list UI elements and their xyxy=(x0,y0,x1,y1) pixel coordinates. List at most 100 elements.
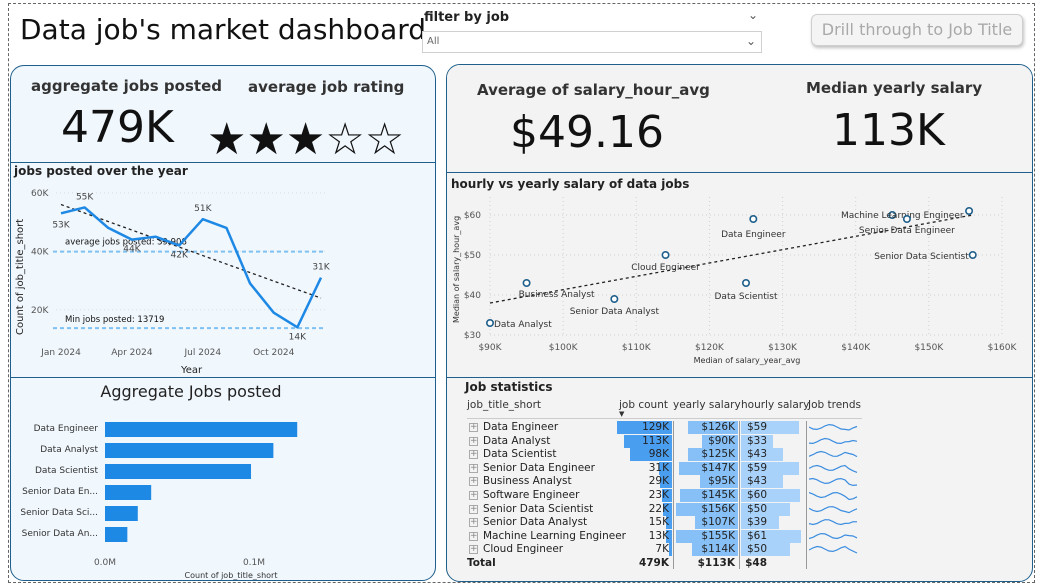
bar xyxy=(105,527,128,542)
scatter-point xyxy=(485,319,494,328)
left-panel: aggregate jobs posted 479K average job r… xyxy=(10,65,436,581)
line-chart-x-axis-label: Year xyxy=(180,365,203,376)
col-header-trends[interactable]: Job trends xyxy=(808,399,861,411)
scatter-point-label: Data Engineer xyxy=(721,230,786,240)
table-row[interactable]: + Business Analyst 29K $95K $43 xyxy=(467,475,867,489)
table-row[interactable]: + Data Analyst 113K $90K $33 xyxy=(467,434,867,448)
line-chart: jobs posted over the year Count of job_ti… xyxy=(13,164,331,376)
expand-row-icon[interactable]: + xyxy=(469,545,478,555)
star-filled-icon: ★ xyxy=(246,114,286,165)
expand-row-icon[interactable]: + xyxy=(469,477,478,487)
point-data-label: 55K xyxy=(76,192,94,202)
trend-sparkline xyxy=(809,491,858,501)
scatter-point xyxy=(902,214,911,223)
total-hourly: $48 xyxy=(745,557,767,569)
median-year-value: 113K xyxy=(832,105,945,156)
expand-row-icon[interactable]: + xyxy=(469,436,478,446)
x-tick-label: 0.1M xyxy=(243,558,265,568)
bar xyxy=(105,506,138,521)
y-tick-label: $50 xyxy=(464,251,481,261)
line-chart-title: jobs posted over the year xyxy=(13,164,188,178)
median-year-title: Median yearly salary xyxy=(806,79,983,97)
bar-x-axis-label: Count of job_title_short xyxy=(185,571,278,580)
count-bar xyxy=(669,543,672,557)
sort-descending-icon[interactable]: ▼ xyxy=(619,410,624,418)
x-tick-label: Jan 2024 xyxy=(40,348,81,358)
table-row[interactable]: + Software Engineer 23K $145K $60 xyxy=(467,489,867,502)
bar-category-label: Senior Data An... xyxy=(22,529,98,539)
expand-row-icon[interactable]: + xyxy=(469,463,478,473)
col-header-title[interactable]: job_title_short xyxy=(467,399,541,411)
sparkline-path xyxy=(809,478,858,487)
hourly-cell: $43 xyxy=(746,448,767,461)
count-cell: 15K xyxy=(648,516,669,529)
sparkline-path xyxy=(809,546,858,554)
table-row[interactable]: + Data Scientist 98K $125K $43 xyxy=(467,448,867,462)
agg-jobs-title: aggregate jobs posted xyxy=(31,77,222,95)
rating-stars: ★★★☆☆ xyxy=(207,118,404,162)
table-row[interactable]: + Senior Data Engineer 31K $147K $59 xyxy=(467,461,867,475)
star-empty-icon: ☆ xyxy=(364,114,405,165)
table-row[interactable]: + Cloud Engineer 7K $114K $50 xyxy=(467,543,867,557)
star-filled-icon: ★ xyxy=(285,114,326,165)
scatter-y-axis-label: Median of salary_hour_avg xyxy=(452,216,461,323)
scatter-title: hourly vs yearly salary of data jobs xyxy=(451,177,689,191)
count-cell: 29K xyxy=(648,475,669,488)
x-tick-label: Apr 2024 xyxy=(111,348,153,358)
scatter-point-label: Senior Data Scientist xyxy=(874,252,969,262)
scatter-x-axis-label: Median of salary_year_avg xyxy=(694,356,801,365)
expand-row-icon[interactable]: + xyxy=(469,450,478,460)
expand-row-icon[interactable]: + xyxy=(469,504,478,514)
point-data-label: 42K xyxy=(171,250,189,260)
filter-collapse-chevron-icon[interactable]: ⌄ xyxy=(748,8,758,22)
job-title-cell: Cloud Engineer xyxy=(483,543,564,556)
drill-through-button[interactable]: Drill through to Job Title xyxy=(811,14,1023,46)
dashboard-page: Data job's market dashboard filter by jo… xyxy=(0,0,1045,588)
sparkline-path xyxy=(809,464,858,473)
chevron-down-icon[interactable]: ⌄ xyxy=(746,34,756,48)
rating-title: average job rating xyxy=(248,78,405,96)
salary-hour-title: Average of salary_hour_avg xyxy=(477,81,710,99)
expand-row-icon[interactable]: + xyxy=(469,531,478,541)
x-tick-label: Oct 2024 xyxy=(253,348,295,358)
x-tick-label: $120K xyxy=(695,343,725,353)
sparkline-path xyxy=(809,505,858,513)
bar xyxy=(105,443,274,458)
header-divider xyxy=(467,418,862,419)
hourly-cell: $43 xyxy=(746,475,767,488)
count-cell: 129K xyxy=(642,421,669,433)
point-data-label: 51K xyxy=(194,204,212,214)
table-row[interactable]: + Data Engineer 129K $126K $59 xyxy=(467,421,867,434)
sparkline-path xyxy=(809,423,858,431)
count-cell: 31K xyxy=(648,461,669,474)
right-panel: Average of salary_hour_avg $49.16 Median… xyxy=(446,64,1033,582)
bar xyxy=(105,485,152,500)
line-chart-y-axis-label: Count of job_title_short xyxy=(15,219,26,335)
trend-sparkline xyxy=(809,451,858,458)
table-row[interactable]: + Senior Data Scientist 22K $156K $50 xyxy=(467,502,867,516)
expand-row-icon[interactable]: + xyxy=(469,491,478,500)
trend-sparkline xyxy=(809,478,858,487)
table-row[interactable]: + Senior Data Analyst 15K $107K $39 xyxy=(467,516,867,530)
col-header-hourly[interactable]: hourly salary xyxy=(741,399,809,411)
yearly-cell: $126K xyxy=(701,421,735,433)
table-title: Job statistics xyxy=(465,380,553,394)
hourly-cell: $39 xyxy=(746,516,767,529)
bar-category-label: Senior Data Sci... xyxy=(20,508,98,518)
scatter-point-label: Machine Learning Engineer xyxy=(841,211,964,221)
scatter-point-label: Business Analyst xyxy=(519,290,595,300)
col-header-count[interactable]: job count xyxy=(619,399,668,411)
job-filter-dropdown[interactable]: All ⌄ xyxy=(422,31,762,53)
scatter-chart: hourly vs yearly salary of data jobs Medi… xyxy=(451,177,1017,365)
col-header-yearly[interactable]: yearly salary xyxy=(673,399,741,411)
count-cell: 13K xyxy=(648,529,669,542)
expand-row-icon[interactable]: + xyxy=(469,518,478,528)
yearly-cell: $155K xyxy=(701,529,735,542)
trend-sparkline xyxy=(809,505,858,513)
yearly-cell: $145K xyxy=(701,489,735,501)
expand-row-icon[interactable]: + xyxy=(469,423,478,432)
table-row[interactable]: + Machine Learning Engineer 13K $155K $61 xyxy=(467,529,867,543)
trend-sparkline xyxy=(809,532,858,539)
hourly-cell: $61 xyxy=(746,529,767,542)
y-tick-label: $30 xyxy=(464,331,481,341)
